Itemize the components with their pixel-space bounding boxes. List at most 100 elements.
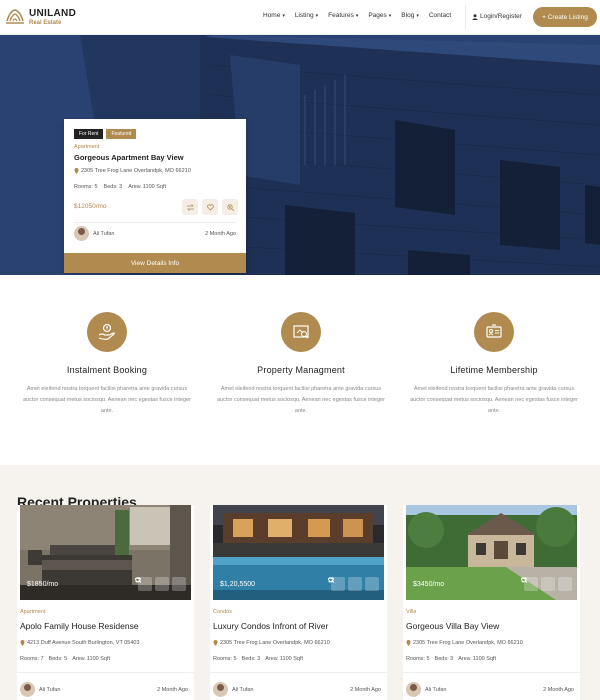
agent-info[interactable]: Ali Tufan xyxy=(20,682,60,697)
favorite-button[interactable] xyxy=(521,577,555,591)
favorite-button[interactable] xyxy=(328,577,362,591)
nav-label: Home xyxy=(263,12,281,19)
login-register-link[interactable]: Login/Register xyxy=(472,13,522,20)
nav-label: Contact xyxy=(428,12,452,19)
view-details-button[interactable]: View Details Info xyxy=(64,253,246,273)
area-size: Area: 1100 Sqft xyxy=(72,656,111,662)
card-actions xyxy=(135,577,186,591)
property-address: 2305 Tree Frog Lane Overlandpk, MO 66210 xyxy=(213,640,330,646)
location-pin-icon xyxy=(74,168,79,174)
listing-date: 2 Month Ago xyxy=(157,687,188,693)
chevron-down-icon: ▾ xyxy=(355,12,359,19)
agent-info[interactable]: Ali Tufan xyxy=(406,682,446,697)
login-label: Login/Register xyxy=(480,13,522,20)
agent-name: Ali Tufan xyxy=(39,686,61,693)
property-price: $1,20,5500 xyxy=(220,581,256,588)
property-type: Apartment xyxy=(20,609,46,615)
nav-item-pages[interactable]: Pages ▾ xyxy=(368,12,391,19)
location-pin-icon xyxy=(213,640,218,646)
nav-label: Listing xyxy=(294,12,314,19)
property-card[interactable]: $1850/mo Apartment Apolo Family House Re… xyxy=(17,505,194,700)
location-pin-icon xyxy=(406,640,411,646)
area-size: Area: 1100 Sqft xyxy=(265,656,304,662)
property-meta: Rooms: 5 Beds: 3 Area: 1100 Sqft xyxy=(213,656,308,662)
property-meta: Rooms: 5 Beds: 3 Area: 1100 Sqft xyxy=(406,656,501,662)
agent-info[interactable]: Ali Tufan xyxy=(213,682,253,697)
location-pin-icon xyxy=(20,640,25,646)
agent-name: Ali Tufan xyxy=(232,686,254,693)
heart-icon xyxy=(206,203,214,211)
recent-properties-section: Recent Properties $1850/mo Apartment Apo… xyxy=(0,465,600,700)
address-text: 2305 Tree Frog Lane Overlandpk, MO 66210 xyxy=(81,168,191,174)
property-card[interactable]: $1,20,5500 Condos Luxury Condos Infront … xyxy=(210,505,387,700)
site-header: UNILAND Real Estate Home ▾ Listing ▾ Featu… xyxy=(0,0,600,35)
membership-card-icon xyxy=(474,312,514,352)
hand-money-icon xyxy=(87,312,127,352)
feature-title: Property Managment xyxy=(257,365,345,375)
listing-date: 2 Month Ago xyxy=(543,687,574,693)
zoom-button[interactable] xyxy=(222,199,238,215)
agent-avatar xyxy=(213,682,228,697)
feature-property-management: Property Managment Amet eleifend nostra … xyxy=(206,275,396,417)
logo-mark-icon xyxy=(6,9,24,24)
chevron-down-icon: ▾ xyxy=(282,12,285,19)
property-image[interactable]: $1850/mo xyxy=(20,505,191,600)
badge-group: For Rent Featured xyxy=(74,129,139,139)
property-address: 2305 Tree Frog Lane Overlandpk, MO 66210 xyxy=(74,168,191,174)
property-image[interactable]: $3450/mo xyxy=(406,505,577,600)
nav-item-features[interactable]: Features ▾ xyxy=(328,12,358,19)
hero-banner: For Rent Featured Apartment Gorgeous Apa… xyxy=(0,35,600,275)
agent-info[interactable]: Ali Tufan xyxy=(74,226,114,241)
agent-name: Ali Tufan xyxy=(425,686,447,693)
logo[interactable]: UNILAND Real Estate xyxy=(5,7,76,27)
create-listing-button[interactable]: + Create Listing xyxy=(533,7,597,27)
feature-title: Lifetime Membership xyxy=(450,365,538,375)
beds-count: Beds: 3 xyxy=(434,656,454,662)
card-actions xyxy=(521,577,572,591)
property-meta: Rooms: 5 Beds: 3 Area: 1100 Sqft xyxy=(74,184,172,190)
property-image[interactable]: $1,20,5500 xyxy=(213,505,384,600)
zoom-button[interactable] xyxy=(135,577,186,591)
nav-label: Features xyxy=(328,12,354,19)
agent-name: Ali Tufan xyxy=(93,230,115,237)
divider xyxy=(403,672,580,673)
favorite-button[interactable] xyxy=(202,199,218,215)
beds-count: Beds: 3 xyxy=(103,184,123,190)
listing-date: 2 Month Ago xyxy=(350,687,381,693)
for-rent-badge: For Rent xyxy=(74,129,104,139)
zoom-button[interactable] xyxy=(521,577,572,591)
feature-description: Amet eleifend nostra torquent facilisi p… xyxy=(217,386,385,414)
property-search-icon xyxy=(281,312,321,352)
feature-description: Amet eleifend nostra torquent facilisi p… xyxy=(410,386,578,414)
rooms-count: Rooms: 7 xyxy=(20,656,44,662)
nav-item-contact[interactable]: Contact xyxy=(429,12,451,19)
nav-item-home[interactable]: Home ▾ xyxy=(263,12,285,19)
property-price: $1850/mo xyxy=(27,581,59,588)
property-card[interactable]: $3450/mo Villa Gorgeous Villa Bay View 2… xyxy=(403,505,580,700)
nav-item-blog[interactable]: Blog ▾ xyxy=(401,12,419,19)
featured-property-card[interactable]: For Rent Featured Apartment Gorgeous Apa… xyxy=(64,119,246,273)
property-address: 2305 Tree Frog Lane Overlandpk, MO 66210 xyxy=(406,640,523,646)
property-type: Apartment xyxy=(74,144,100,150)
nav-item-listing[interactable]: Listing ▾ xyxy=(295,12,318,19)
divider xyxy=(74,222,236,223)
beds-count: Beds: 5 xyxy=(48,656,68,662)
rooms-count: Rooms: 5 xyxy=(406,656,430,662)
property-title[interactable]: Gorgeous Villa Bay View xyxy=(406,621,499,631)
zoom-in-icon xyxy=(328,577,334,583)
feature-description: Amet eleifend nostra torquent facilisi p… xyxy=(23,386,191,414)
property-title[interactable]: Gorgeous Apartment Bay View xyxy=(74,153,184,162)
featured-badge: Featured xyxy=(106,129,137,139)
zoom-button[interactable] xyxy=(328,577,379,591)
property-title[interactable]: Luxury Condos Infront of River xyxy=(213,621,328,631)
favorite-button[interactable] xyxy=(135,577,169,591)
zoom-in-icon xyxy=(521,577,527,583)
card-actions xyxy=(328,577,379,591)
feature-title: Instalment Booking xyxy=(66,365,148,375)
property-title[interactable]: Apolo Family House Residense xyxy=(20,621,139,631)
divider xyxy=(17,672,194,673)
area-size: Area: 1100 Sqft xyxy=(128,184,167,190)
compare-button[interactable] xyxy=(182,199,198,215)
address-text: 4213 Duff Avenue South Burlington, VT 05… xyxy=(27,640,140,646)
agent-avatar xyxy=(20,682,35,697)
